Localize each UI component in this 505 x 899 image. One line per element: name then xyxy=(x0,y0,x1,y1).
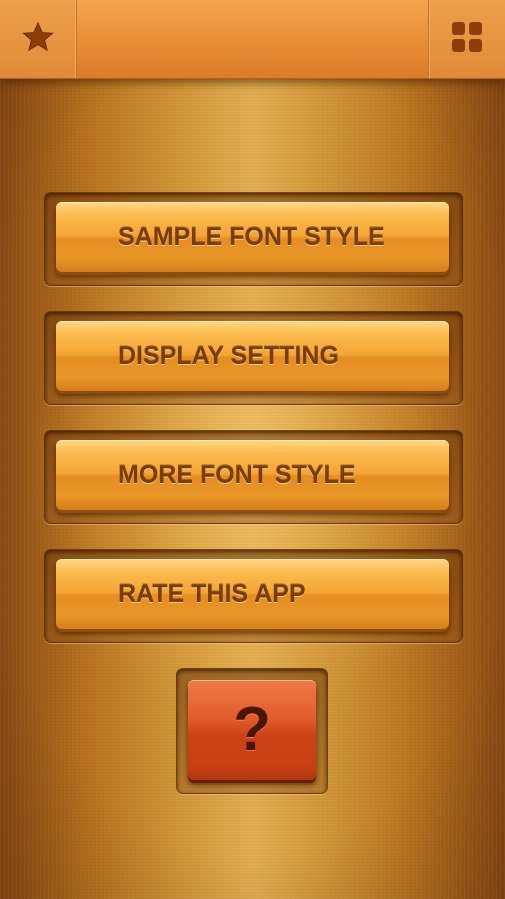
top-bar xyxy=(0,0,505,79)
menu-well-rate-this-app: RATE THIS APP xyxy=(44,549,463,643)
menu-button-label: DISPLAY SETTING xyxy=(118,342,339,370)
help-well: ? xyxy=(176,668,328,794)
menu-well-more-font-style: MORE FONT STYLE xyxy=(44,430,463,524)
menu-button-label: RATE THIS APP xyxy=(118,580,306,608)
display-setting-button[interactable]: DISPLAY SETTING xyxy=(56,321,449,391)
menu-button-label: MORE FONT STYLE xyxy=(118,461,356,489)
star-icon xyxy=(22,21,54,58)
rate-this-app-button[interactable]: RATE THIS APP xyxy=(56,559,449,629)
more-font-style-button[interactable]: MORE FONT STYLE xyxy=(56,440,449,510)
title-area xyxy=(77,0,428,78)
help-button[interactable]: ? xyxy=(188,680,316,780)
sample-font-style-button[interactable]: SAMPLE FONT STYLE xyxy=(56,202,449,272)
favorites-button[interactable] xyxy=(0,0,77,78)
menu-button-label: SAMPLE FONT STYLE xyxy=(118,223,385,251)
app-title xyxy=(77,0,428,78)
app-screen: SAMPLE FONT STYLE DISPLAY SETTING MORE F… xyxy=(0,0,505,899)
grid-icon xyxy=(451,21,483,58)
menu-well-sample-font-style: SAMPLE FONT STYLE xyxy=(44,192,463,286)
grid-menu-button[interactable] xyxy=(428,0,505,78)
question-mark-icon: ? xyxy=(233,695,271,764)
menu-well-display-setting: DISPLAY SETTING xyxy=(44,311,463,405)
